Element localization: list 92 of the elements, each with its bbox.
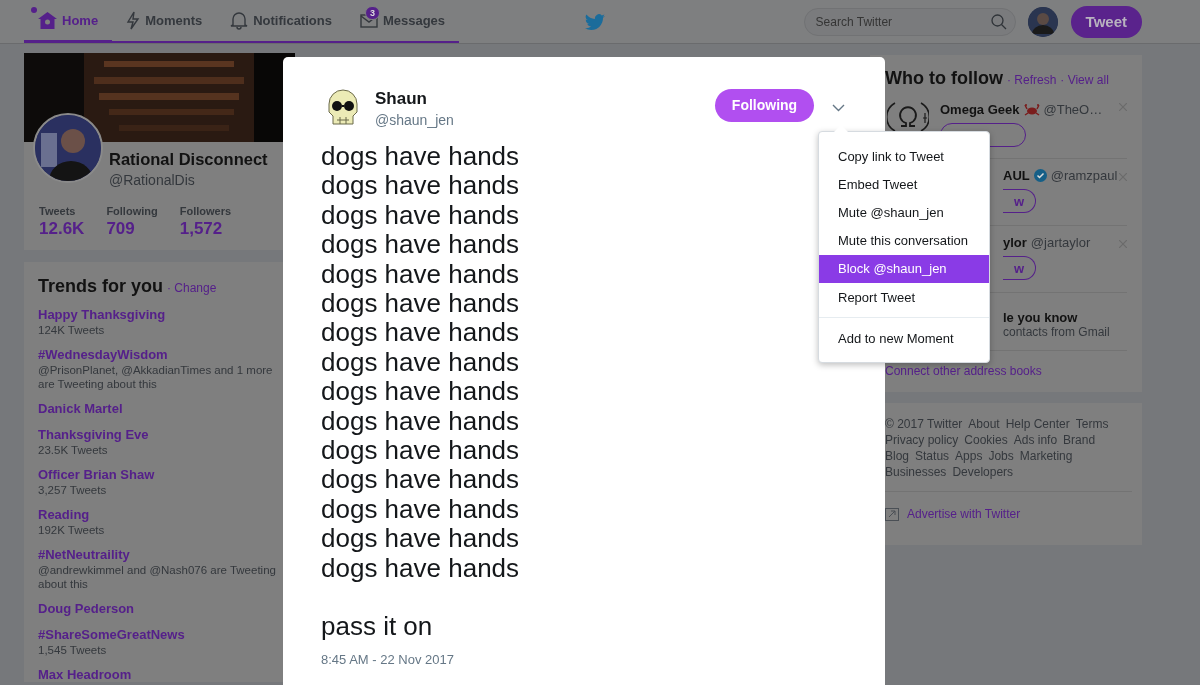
author-handle[interactable]: @shaun_jen [375, 111, 454, 128]
trend-meta: 3,257 Tweets [38, 483, 108, 497]
external-link-icon [885, 507, 899, 521]
menu-item[interactable]: Copy link to Tweet [819, 142, 989, 171]
connect-link[interactable]: Connect other address books [885, 364, 1042, 378]
trend-link[interactable]: #WednesdayWisdom [38, 347, 168, 362]
stat-value[interactable]: 709 [106, 219, 158, 239]
footer-link[interactable]: Jobs [988, 449, 1014, 463]
nav-tab[interactable]: 3 Messages [345, 0, 460, 43]
trend-meta: @PrisonPlanet, @AkkadianTimes and 1 more are Tweeting about this [38, 363, 274, 391]
footer-link[interactable]: Ads info [1013, 433, 1058, 447]
footer-link[interactable]: Blog [885, 449, 910, 463]
tweet-text-line: dogs have hands [321, 465, 521, 495]
menu-item[interactable]: Report Tweet [819, 282, 989, 312]
search-field[interactable]: Search Twitter [803, 7, 1016, 36]
tweet-text-line: dogs have hands [321, 377, 521, 407]
account-handle: @jartaylor [1030, 235, 1091, 250]
author-name[interactable]: Shaun [375, 88, 454, 109]
nav-tab[interactable]: Moments [112, 0, 217, 43]
account-handle: @TheO… [1043, 102, 1103, 117]
footer-link[interactable]: Cookies [964, 433, 1008, 447]
footer-link[interactable]: Terms [1075, 417, 1109, 431]
crab-icon [1023, 103, 1040, 116]
refresh-link[interactable]: · Refresh [1006, 73, 1057, 87]
nav-tab[interactable]: Notifications [216, 0, 346, 43]
footer-link[interactable]: Brand [1063, 433, 1096, 447]
trend-link[interactable]: Happy Thanksgiving [38, 307, 166, 322]
trend-meta: @andrewkimmel and @Nash076 are Tweeting about this [38, 563, 277, 591]
advertise-link[interactable]: Advertise with Twitter [907, 507, 1021, 521]
trend-meta: 23.5K Tweets [38, 443, 109, 457]
stat-value[interactable]: 1,572 [179, 219, 232, 239]
view-all-link[interactable]: · View all [1060, 73, 1109, 87]
footer-link[interactable]: Marketing [1019, 449, 1073, 463]
stat-label: Tweets [39, 205, 77, 217]
tweet-text-line: pass it on [321, 612, 434, 642]
stat-label: Following [106, 205, 158, 217]
avatar[interactable] [1027, 6, 1058, 37]
unread-badge: 3 [364, 6, 380, 20]
footer-link[interactable]: Status [915, 449, 950, 463]
account-name[interactable]: Omega Geek [940, 102, 1020, 117]
stat-value[interactable]: 12.6K [39, 219, 85, 239]
search-icon [990, 13, 1007, 30]
menu-item[interactable]: Mute this conversation [819, 226, 989, 255]
bell-icon [230, 10, 249, 30]
tweet-button[interactable]: Tweet [1070, 5, 1142, 38]
account-name[interactable]: ylor [1003, 235, 1027, 250]
trend-meta: 124K Tweets [38, 323, 106, 337]
verified-badge-icon [1033, 169, 1047, 182]
trend-link[interactable]: Officer Brian Shaw [38, 467, 155, 482]
footer-link[interactable]: Help Center [1005, 417, 1070, 431]
home-icon [38, 11, 57, 29]
trend-link[interactable]: Doug Pederson [38, 601, 135, 616]
stat-label: Followers [179, 205, 232, 217]
trend-link[interactable]: Reading [38, 507, 90, 522]
find-people-title[interactable]: le you know [1003, 310, 1127, 325]
footer-link[interactable]: About [968, 417, 1000, 431]
trend-meta: 1,545 Tweets [38, 643, 108, 657]
menu-item[interactable]: Embed Tweet [819, 170, 989, 199]
footer-link[interactable]: Businesses [885, 465, 947, 479]
lightning-icon [126, 10, 141, 30]
tweet-text-line: dogs have hands [321, 553, 521, 584]
chevron-down-icon[interactable] [832, 104, 845, 112]
tweet-text-line: dogs have hands [321, 347, 521, 378]
nav-tab[interactable]: Home [24, 0, 113, 43]
footer-link[interactable]: Developers [952, 465, 1014, 479]
trend-link[interactable]: #ShareSomeGreatNews [38, 627, 185, 642]
menu-item[interactable]: Add to new Moment [819, 324, 989, 353]
profile-handle[interactable]: @RationalDis [109, 172, 195, 188]
footer-link[interactable]: Apps [955, 449, 983, 463]
following-button[interactable]: Following [715, 88, 814, 122]
account-handle: @ramzpaul [1050, 168, 1118, 183]
trend-link[interactable]: Thanksgiving Eve [38, 427, 149, 442]
profile-name[interactable]: Rational Disconnect [109, 150, 268, 169]
trend-link[interactable]: #NetNeutraility [38, 547, 130, 562]
menu-item[interactable]: Block @shaun_jen [819, 254, 989, 283]
who-to-follow-title: Who to follow [885, 68, 1003, 89]
find-people-subtitle: contacts from Gmail [1003, 325, 1111, 339]
account-name[interactable]: AUL [1003, 168, 1030, 183]
envelope-icon [359, 12, 378, 28]
trend-link[interactable]: Max Headroom [38, 667, 132, 682]
tweet-text-line: dogs have hands [321, 436, 521, 466]
tweet-timestamp[interactable]: 8:45 AM - 22 Nov 2017 [321, 651, 847, 667]
footer-link[interactable]: © 2017 Twitter [885, 417, 963, 431]
tweet-text-line: dogs have hands [321, 494, 521, 525]
trend-link[interactable]: Danick Martel [38, 401, 123, 416]
change-link[interactable]: · Change [167, 281, 217, 295]
tweet-text-line: dogs have hands [321, 524, 521, 554]
menu-item[interactable]: Mute @shaun_jen [819, 198, 989, 227]
tweet-text-line: dogs have hands [321, 406, 521, 437]
trends-title: Trends for you [38, 276, 163, 297]
footer-link[interactable]: Privacy policy [885, 433, 959, 447]
trend-meta: 192K Tweets [38, 523, 106, 537]
